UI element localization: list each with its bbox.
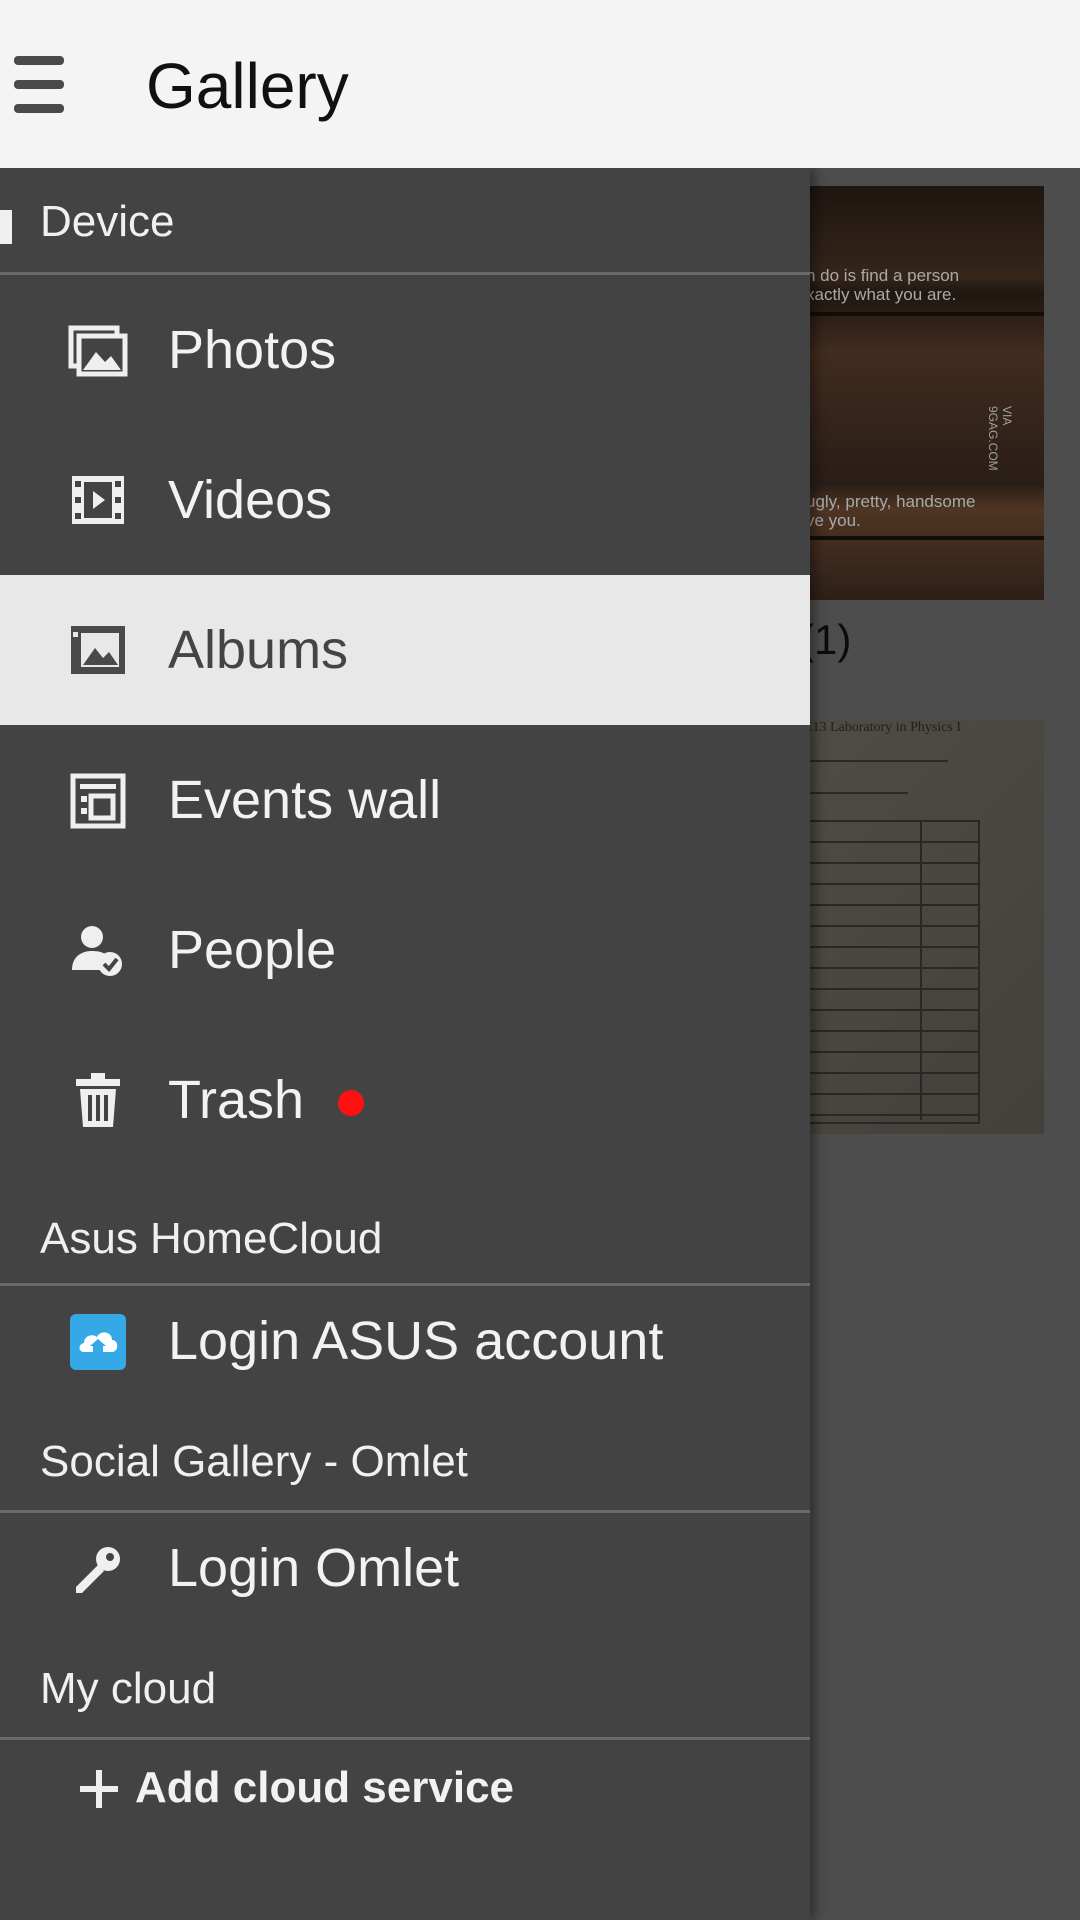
drawer-item-events-wall[interactable]: Events wall — [0, 725, 810, 875]
person-check-icon — [72, 926, 122, 976]
drawer-item-label: Trash — [168, 1070, 305, 1130]
drawer-item-label: Login ASUS account — [168, 1311, 664, 1371]
drawer-item-label: Events wall — [168, 770, 442, 830]
film-icon — [72, 476, 124, 524]
drawer-item-photos[interactable]: Photos — [0, 275, 810, 425]
section-label: Asus HomeCloud — [40, 1214, 383, 1263]
navigation-drawer: Device Photos Videos Albums Events wall … — [0, 168, 810, 1920]
drawer-item-label: Photos — [168, 320, 337, 380]
add-cloud-service-button[interactable]: Add cloud service — [0, 1738, 810, 1868]
notification-badge — [338, 1090, 364, 1116]
drawer-item-albums[interactable]: Albums — [0, 575, 810, 725]
section-header-mycloud: My cloud — [0, 1641, 810, 1740]
drawer-item-people[interactable]: People — [0, 875, 810, 1025]
section-header-omlet: Social Gallery - Omlet — [0, 1414, 810, 1513]
hamburger-menu-icon[interactable] — [14, 56, 66, 114]
drawer-item-label: Albums — [168, 620, 349, 680]
drawer-item-videos[interactable]: Videos — [0, 425, 810, 575]
drawer-item-login-asus[interactable]: Login ASUS account — [0, 1284, 810, 1414]
section-label: My cloud — [40, 1664, 217, 1713]
section-header-device: Device — [0, 168, 810, 275]
section-label: Device — [40, 197, 175, 246]
section-header-homecloud: Asus HomeCloud — [0, 1173, 810, 1286]
plus-icon — [80, 1770, 118, 1808]
key-icon — [76, 1547, 120, 1593]
photos-icon — [68, 325, 128, 377]
drawer-item-label: Videos — [168, 470, 333, 530]
add-cloud-label: Add cloud service — [135, 1763, 515, 1812]
drawer-item-trash[interactable]: Trash — [0, 1025, 810, 1175]
asus-cloud-icon — [70, 1314, 126, 1370]
section-label: Social Gallery - Omlet — [40, 1437, 468, 1486]
app-bar: Gallery — [0, 0, 1080, 168]
drawer-item-label: Login Omlet — [168, 1538, 460, 1598]
drawer-item-login-omlet[interactable]: Login Omlet — [0, 1511, 810, 1641]
drawer-item-label: People — [168, 920, 337, 980]
album-icon — [71, 626, 125, 674]
trash-icon — [76, 1073, 120, 1127]
events-wall-icon — [70, 773, 126, 829]
section-marker — [0, 210, 12, 244]
app-title: Gallery — [146, 50, 349, 122]
